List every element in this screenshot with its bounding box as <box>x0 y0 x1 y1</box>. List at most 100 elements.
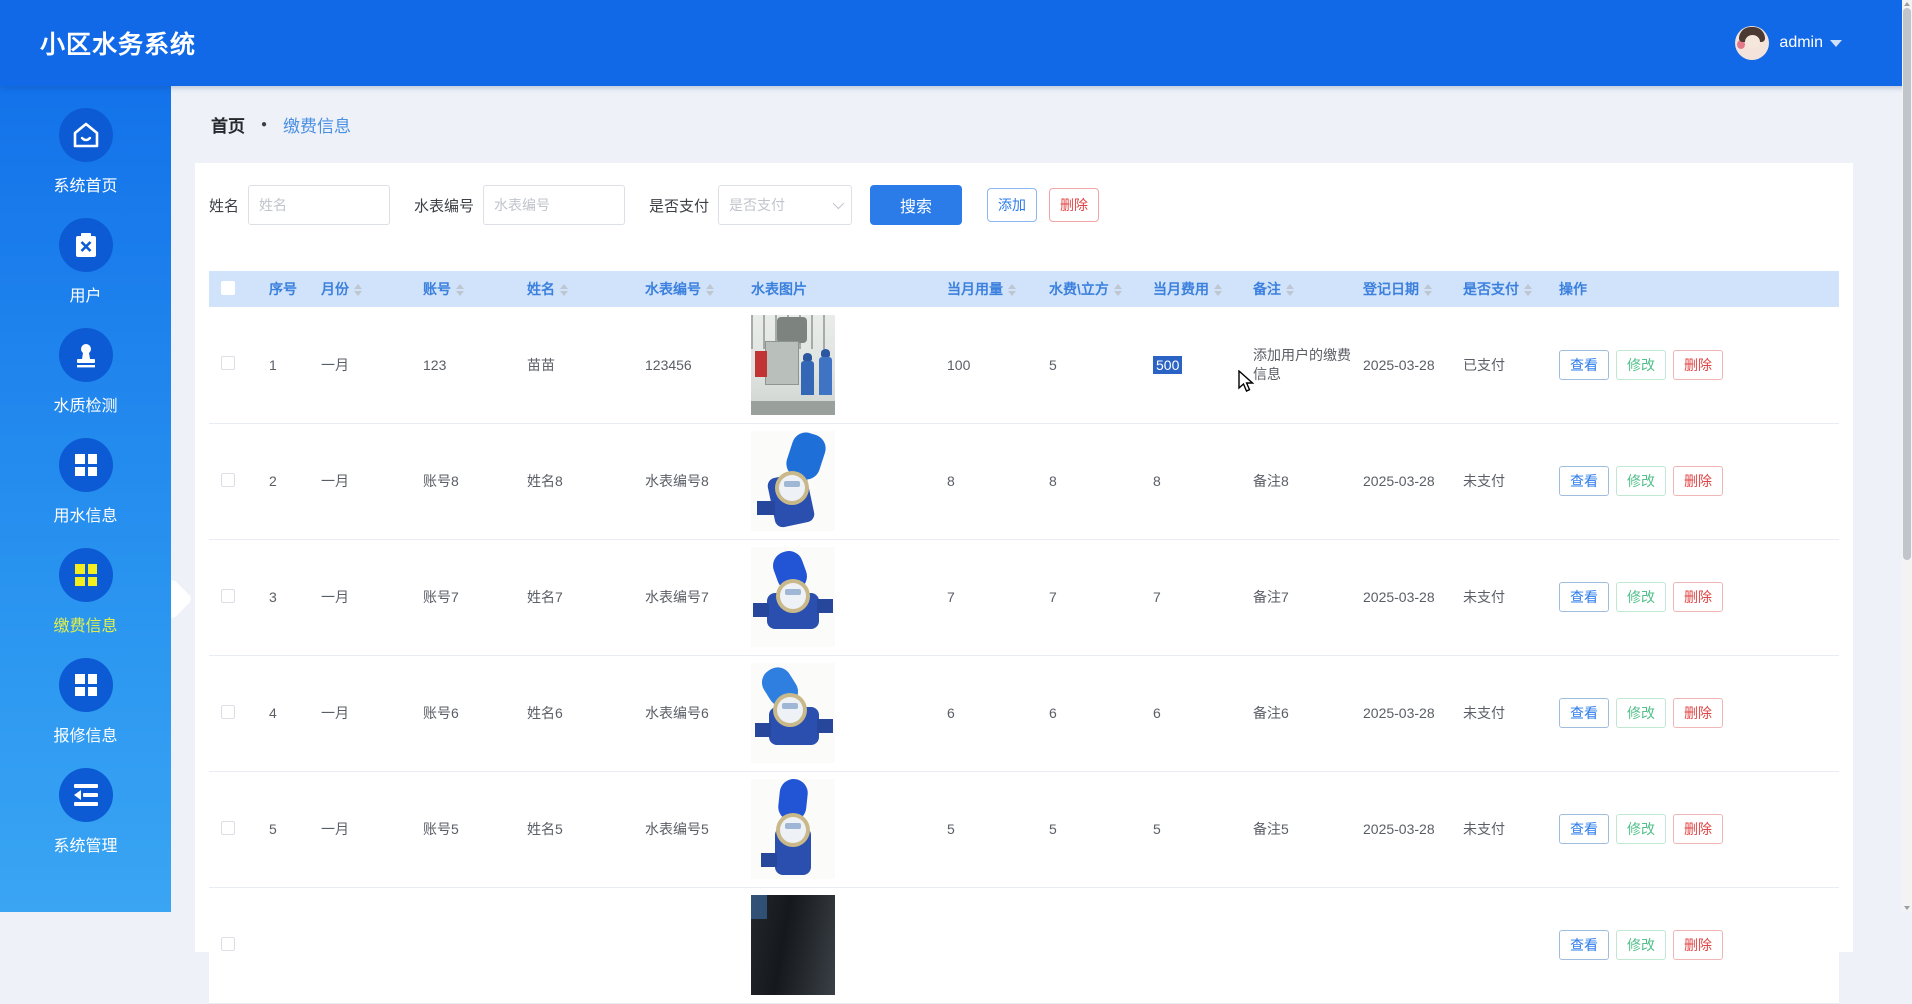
sort-icon[interactable] <box>456 284 464 296</box>
sidebar-item-7[interactable]: 系统管理 <box>0 768 171 856</box>
cell-usage: 5 <box>935 771 1037 887</box>
meter-filter-input[interactable] <box>483 185 625 225</box>
cell-month: 一月 <box>309 423 411 539</box>
meter-photo[interactable] <box>751 895 835 995</box>
sort-icon[interactable] <box>1214 284 1222 296</box>
view-button[interactable]: 查看 <box>1559 930 1609 960</box>
sort-icon[interactable] <box>1424 284 1432 296</box>
column-header[interactable]: 是否支付 <box>1451 271 1547 307</box>
view-button[interactable]: 查看 <box>1559 350 1609 380</box>
table-header-row: 序号月份账号姓名水表编号水表图片当月用量水费\立方当月费用备注登记日期是否支付操… <box>209 271 1839 307</box>
user-menu[interactable]: admin <box>1735 26 1842 60</box>
edit-button[interactable]: 修改 <box>1616 466 1666 496</box>
stamp-icon <box>59 328 113 382</box>
cell-remark: 备注7 <box>1241 539 1351 655</box>
view-button[interactable]: 查看 <box>1559 698 1609 728</box>
row-delete-button[interactable]: 删除 <box>1673 814 1723 844</box>
edit-button[interactable]: 修改 <box>1616 350 1666 380</box>
scrollbar-thumb[interactable] <box>1903 8 1911 560</box>
select-all-checkbox[interactable] <box>221 281 235 295</box>
column-header[interactable]: 水费\立方 <box>1037 271 1141 307</box>
scroll-down-icon[interactable] <box>1904 906 1910 910</box>
delete-button[interactable]: 删除 <box>1049 188 1099 222</box>
breadcrumb-home[interactable]: 首页 <box>211 112 245 137</box>
cell-price: 6 <box>1037 655 1141 771</box>
sort-icon[interactable] <box>1008 284 1016 296</box>
column-header[interactable]: 当月费用 <box>1141 271 1241 307</box>
search-button[interactable]: 搜索 <box>870 185 962 225</box>
sidebar-item-4[interactable]: 用水信息 <box>0 438 171 526</box>
actions-cell: 查看修改删除 <box>1547 539 1839 655</box>
breadcrumb: 首页 ● 缴费信息 <box>171 86 1902 163</box>
row-checkbox[interactable] <box>221 821 235 835</box>
cell-date: 2025-03-28 <box>1351 771 1451 887</box>
row-delete-button[interactable]: 删除 <box>1673 582 1723 612</box>
sidebar-item-3[interactable]: 水质检测 <box>0 328 171 416</box>
sort-icon[interactable] <box>354 284 362 296</box>
row-checkbox[interactable] <box>221 473 235 487</box>
row-delete-button[interactable]: 删除 <box>1673 698 1723 728</box>
cell-price <box>1037 887 1141 1003</box>
meter-photo[interactable] <box>751 315 835 415</box>
row-checkbox[interactable] <box>221 937 235 951</box>
avatar[interactable] <box>1735 26 1769 60</box>
paid-filter-select[interactable]: 是否支付 <box>718 185 852 225</box>
edit-button[interactable]: 修改 <box>1616 582 1666 612</box>
column-header[interactable]: 月份 <box>309 271 411 307</box>
meter-image-cell <box>739 771 935 887</box>
cell-cost <box>1141 887 1241 1003</box>
add-button[interactable]: 添加 <box>987 188 1037 222</box>
view-button[interactable]: 查看 <box>1559 814 1609 844</box>
row-checkbox[interactable] <box>221 589 235 603</box>
row-delete-button[interactable]: 删除 <box>1673 930 1723 960</box>
sidebar-item-2[interactable]: 用户 <box>0 218 171 306</box>
cell-paid: 已支付 <box>1451 307 1547 423</box>
cell-month: 一月 <box>309 771 411 887</box>
cell-month: 一月 <box>309 539 411 655</box>
sidebar: 系统首页用户水质检测用水信息缴费信息报修信息系统管理 <box>0 86 171 912</box>
cell-meter_no: 水表编号8 <box>633 423 739 539</box>
column-header[interactable]: 水表编号 <box>633 271 739 307</box>
scroll-up-icon[interactable] <box>1904 2 1910 6</box>
meter-photo[interactable] <box>751 431 835 531</box>
row-delete-button[interactable]: 删除 <box>1673 350 1723 380</box>
edit-button[interactable]: 修改 <box>1616 698 1666 728</box>
column-header: 序号 <box>257 271 309 307</box>
cell-remark: 备注6 <box>1241 655 1351 771</box>
edit-button[interactable]: 修改 <box>1616 930 1666 960</box>
cell-index <box>257 887 309 1003</box>
row-checkbox[interactable] <box>221 356 235 370</box>
sort-icon[interactable] <box>706 284 714 296</box>
column-header[interactable]: 备注 <box>1241 271 1351 307</box>
cell-account: 账号8 <box>411 423 515 539</box>
sort-icon[interactable] <box>1524 284 1532 296</box>
column-header[interactable]: 姓名 <box>515 271 633 307</box>
column-header[interactable]: 当月用量 <box>935 271 1037 307</box>
breadcrumb-separator: ● <box>261 119 267 130</box>
cell-remark <box>1241 887 1351 1003</box>
sort-icon[interactable] <box>1286 284 1294 296</box>
sort-icon[interactable] <box>1114 284 1122 296</box>
breadcrumb-current[interactable]: 缴费信息 <box>283 112 351 137</box>
name-filter-input[interactable] <box>248 185 390 225</box>
meter-photo[interactable] <box>751 547 835 647</box>
row-checkbox[interactable] <box>221 705 235 719</box>
sidebar-item-1[interactable]: 系统首页 <box>0 108 171 196</box>
meter-image-cell <box>739 423 935 539</box>
edit-button[interactable]: 修改 <box>1616 814 1666 844</box>
app-title: 小区水务系统 <box>40 25 196 61</box>
cell-meter_no: 水表编号6 <box>633 655 739 771</box>
cell-meter_no: 123456 <box>633 307 739 423</box>
column-header[interactable]: 账号 <box>411 271 515 307</box>
sort-icon[interactable] <box>560 284 568 296</box>
column-header[interactable]: 登记日期 <box>1351 271 1451 307</box>
sidebar-item-label: 水质检测 <box>53 392 117 416</box>
view-button[interactable]: 查看 <box>1559 582 1609 612</box>
meter-photo[interactable] <box>751 779 835 879</box>
sidebar-item-6[interactable]: 报修信息 <box>0 658 171 746</box>
sidebar-item-5[interactable]: 缴费信息 <box>0 548 171 636</box>
meter-photo[interactable] <box>751 663 835 763</box>
vertical-scrollbar[interactable] <box>1902 0 1912 912</box>
view-button[interactable]: 查看 <box>1559 466 1609 496</box>
row-delete-button[interactable]: 删除 <box>1673 466 1723 496</box>
